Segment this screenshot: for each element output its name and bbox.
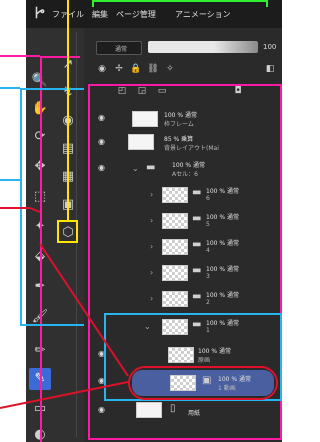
callout-lines	[0, 0, 129, 409]
callout-line-red-2	[0, 381, 129, 409]
callout-line-red-3	[39, 243, 129, 377]
callout-line-red-1b	[29, 207, 41, 213]
